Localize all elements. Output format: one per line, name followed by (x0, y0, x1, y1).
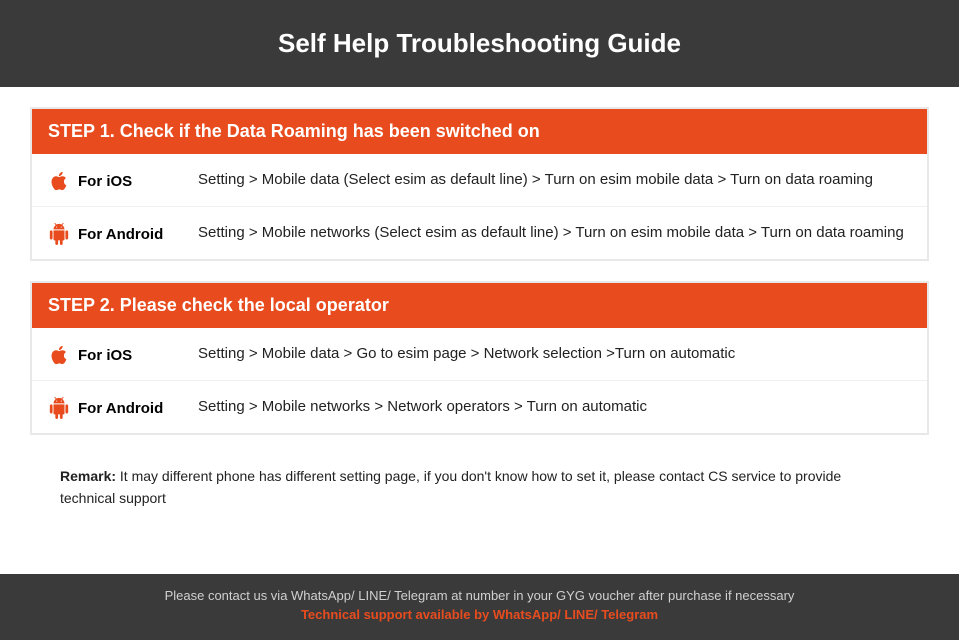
step1-android-text: Setting > Mobile networks (Select esim a… (198, 221, 904, 245)
page-title: Self Help Troubleshooting Guide (20, 28, 939, 59)
step2-android-row: For Android Setting > Mobile networks > … (32, 381, 927, 433)
step2-ios-label: For iOS (48, 342, 198, 366)
apple-icon-2 (48, 344, 70, 366)
step2-android-text: Setting > Mobile networks > Network oper… (198, 395, 647, 419)
remark-section: Remark: It may different phone has diffe… (30, 455, 929, 526)
step1-ios-label: For iOS (48, 168, 198, 192)
step1-header: STEP 1. Check if the Data Roaming has be… (32, 109, 927, 154)
step1-ios-text: Setting > Mobile data (Select esim as de… (198, 168, 873, 192)
step2-ios-row: For iOS Setting > Mobile data > Go to es… (32, 328, 927, 381)
main-content: STEP 1. Check if the Data Roaming has be… (0, 87, 959, 574)
step1-android-row: For Android Setting > Mobile networks (S… (32, 207, 927, 259)
footer-contact: Please contact us via WhatsApp/ LINE/ Te… (20, 588, 939, 603)
step1-android-label: For Android (48, 221, 198, 245)
step2-header: STEP 2. Please check the local operator (32, 283, 927, 328)
step2-ios-text: Setting > Mobile data > Go to esim page … (198, 342, 735, 366)
page-header: Self Help Troubleshooting Guide (0, 0, 959, 87)
step2-body: For iOS Setting > Mobile data > Go to es… (32, 328, 927, 433)
step2-android-label: For Android (48, 395, 198, 419)
step1-ios-row: For iOS Setting > Mobile data (Select es… (32, 154, 927, 207)
step1-body: For iOS Setting > Mobile data (Select es… (32, 154, 927, 259)
apple-icon (48, 170, 70, 192)
remark-label: Remark: (60, 468, 116, 484)
step1-block: STEP 1. Check if the Data Roaming has be… (30, 107, 929, 261)
step2-block: STEP 2. Please check the local operator … (30, 281, 929, 435)
remark-text: It may different phone has different set… (60, 468, 841, 506)
page-footer: Please contact us via WhatsApp/ LINE/ Te… (0, 574, 959, 640)
footer-support: Technical support available by WhatsApp/… (20, 607, 939, 622)
android-icon (48, 223, 70, 245)
android-icon-2 (48, 397, 70, 419)
